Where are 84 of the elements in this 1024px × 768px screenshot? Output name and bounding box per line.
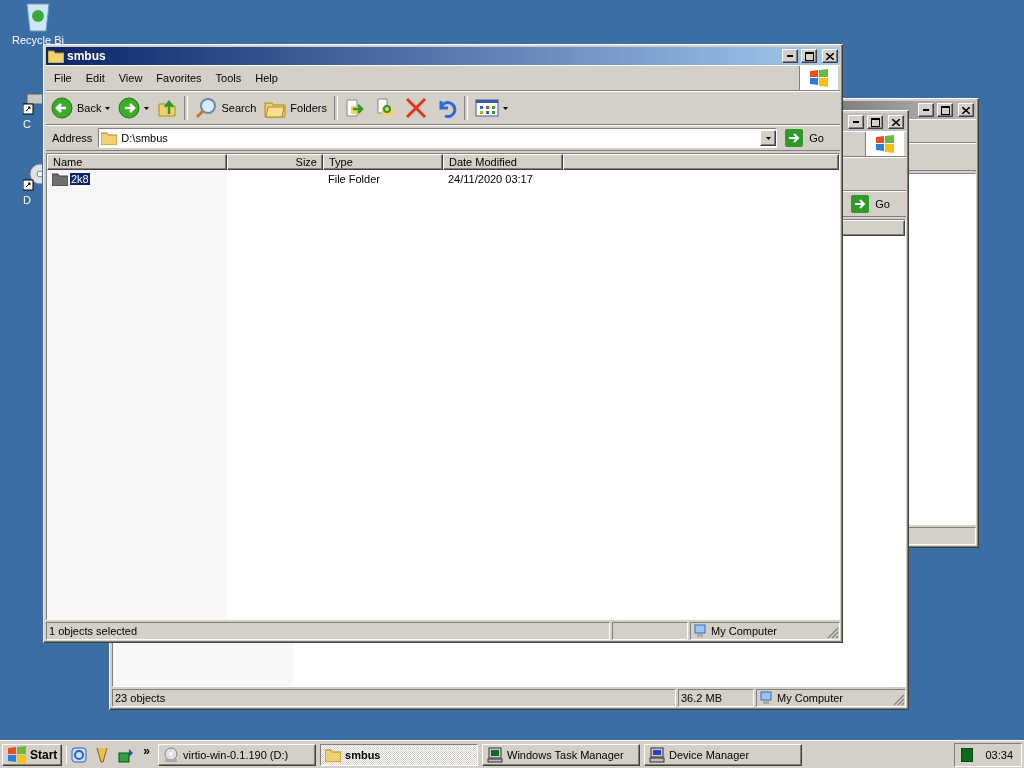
desktop-icon-label: D	[23, 194, 31, 206]
folder-icon	[48, 49, 64, 63]
minimize-icon	[853, 121, 859, 123]
cd-drive-icon[interactable]	[23, 162, 42, 192]
windows-logo-icon	[875, 135, 895, 153]
desktop-icon-label: C	[23, 118, 31, 130]
menu-item[interactable]: Tools	[209, 70, 248, 86]
cd-drive-icon	[163, 746, 180, 763]
maximize-icon	[804, 51, 814, 61]
monitor-icon[interactable]	[961, 747, 974, 762]
window-title: smbus	[67, 49, 107, 63]
clock: 03:34	[985, 748, 1013, 761]
minimize-button[interactable]	[918, 103, 934, 117]
menu-item[interactable]: Help	[249, 70, 284, 86]
monitor-icon	[487, 746, 504, 763]
folder-icon	[101, 131, 118, 145]
chevron[interactable]: »	[143, 743, 151, 758]
maximize-button[interactable]	[867, 115, 883, 129]
folder-copy-icon	[375, 98, 397, 118]
column-header[interactable]: Date Modified	[443, 154, 563, 170]
folders-button[interactable]: Folders	[261, 96, 330, 120]
address-text: D:\smbus	[121, 132, 168, 144]
status-text: 23 objects	[115, 692, 166, 704]
file-name-cell[interactable]: 2k8	[47, 171, 227, 186]
column-header[interactable]: Name	[47, 154, 227, 170]
close-button[interactable]	[822, 49, 838, 63]
folder-up-icon	[157, 98, 178, 118]
status-text: My Computer	[711, 625, 778, 637]
address-field[interactable]: D:\smbus	[98, 128, 778, 148]
close-button[interactable]	[888, 115, 904, 129]
status-text: My Computer	[777, 692, 844, 704]
column-header[interactable]: Size	[227, 154, 323, 170]
maximize-icon	[940, 105, 950, 115]
taskbar-button[interactable]: Windows Task Manager	[482, 743, 641, 766]
close-icon	[962, 106, 970, 114]
resize-grip-icon[interactable]	[827, 627, 839, 639]
views-button[interactable]	[472, 97, 511, 119]
column-header[interactable]: Type	[323, 154, 443, 170]
maximize-button[interactable]	[801, 49, 817, 63]
minimize-icon	[923, 109, 929, 111]
address-label: Address	[51, 132, 94, 144]
windows-logo-icon	[7, 745, 27, 764]
resize-grip-icon[interactable]	[893, 694, 905, 706]
status-text: 36.2 MB	[681, 692, 722, 704]
status-text: 1 objects selected	[49, 625, 138, 637]
search-button[interactable]: Search	[192, 95, 260, 121]
taskbar-button[interactable]: virtio-win-0.1.190 (D:)	[158, 743, 317, 766]
dropdown-button[interactable]	[760, 130, 777, 146]
menu-item[interactable]: Favorites	[150, 70, 208, 86]
windows-logo-icon	[809, 69, 829, 87]
search-icon	[195, 97, 218, 119]
browser-icon[interactable]	[71, 746, 88, 763]
caret-icon	[105, 106, 111, 110]
minimize-icon	[787, 55, 793, 57]
menu-item[interactable]: Edit	[79, 70, 111, 86]
computer-icon	[649, 746, 666, 763]
start-button[interactable]: Start	[2, 743, 63, 766]
file-type-cell-text: File Folder	[327, 172, 381, 185]
go-button[interactable]: Go	[779, 129, 838, 147]
close-button[interactable]	[958, 103, 974, 117]
computer-icon	[759, 691, 773, 705]
maximize-button[interactable]	[937, 103, 953, 117]
go-button[interactable]: Go	[845, 195, 904, 213]
taskbar-button[interactable]: smbus	[320, 743, 479, 766]
file-name: 2k8	[70, 172, 90, 185]
close-icon	[826, 52, 834, 60]
computer-icon	[693, 624, 707, 638]
recycle-bin-icon[interactable]	[23, 0, 53, 32]
taskbar-button[interactable]: Device Manager	[644, 743, 803, 766]
views-icon	[475, 99, 499, 117]
delete-icon	[405, 97, 427, 119]
minimize-button[interactable]	[848, 115, 864, 129]
folder-icon	[325, 747, 342, 762]
date-modified-cell-text: 24/11/2020 03:17	[447, 172, 534, 185]
menu-item[interactable]: File	[48, 70, 78, 86]
tools-icon[interactable]	[95, 745, 110, 764]
network-icon[interactable]	[117, 746, 136, 763]
desktop-icon-label: Recycle Bi	[12, 34, 64, 46]
close-icon	[892, 118, 900, 126]
back-button[interactable]: Back	[48, 95, 114, 121]
dropdown-arrow-icon	[765, 136, 771, 140]
maximize-icon	[870, 117, 880, 127]
menu-item[interactable]: View	[112, 70, 149, 86]
minimize-button[interactable]	[782, 49, 798, 63]
